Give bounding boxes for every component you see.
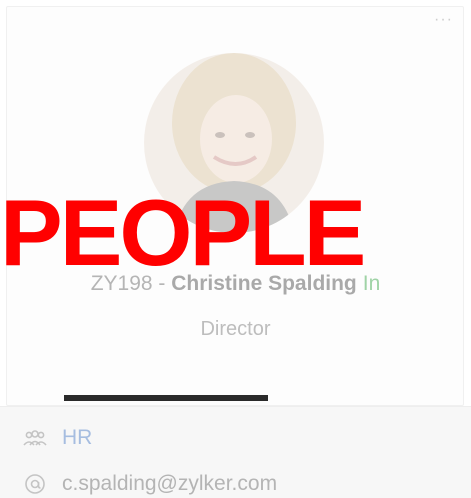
- page-title: PEOPLE: [0, 180, 366, 285]
- status-badge: In: [362, 272, 381, 295]
- at-sign-icon: [22, 473, 48, 495]
- email-link[interactable]: c.spalding@zylker.com: [62, 472, 277, 496]
- department-row[interactable]: HR: [22, 426, 92, 450]
- people-screen: ··· ZY198 - Christine Spalding In Directo…: [0, 0, 471, 498]
- more-options-icon[interactable]: ···: [434, 11, 453, 29]
- title-underline: [64, 395, 268, 401]
- people-group-icon: [22, 427, 48, 449]
- email-row[interactable]: c.spalding@zylker.com: [22, 472, 277, 496]
- employee-designation: Director: [200, 318, 271, 340]
- department-label: HR: [62, 426, 93, 449]
